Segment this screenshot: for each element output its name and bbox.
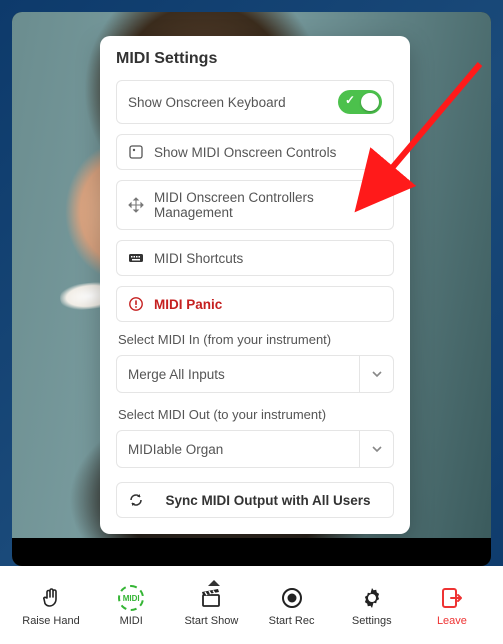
- settings-label: Settings: [352, 615, 392, 627]
- start-rec-button[interactable]: Start Rec: [255, 585, 329, 627]
- show-keyboard-toggle[interactable]: [338, 90, 382, 114]
- move-icon: [128, 197, 144, 213]
- chevron-down-icon: [359, 356, 393, 392]
- sync-label: Sync MIDI Output with All Users: [154, 493, 382, 508]
- midi-button[interactable]: MIDI MIDI: [94, 585, 168, 627]
- leave-icon: [439, 585, 465, 611]
- show-keyboard-label: Show Onscreen Keyboard: [128, 95, 328, 110]
- midi-out-value: MIDIable Organ: [117, 431, 359, 467]
- video-bottom-bar: [12, 538, 491, 566]
- shortcuts-label: MIDI Shortcuts: [154, 251, 382, 266]
- chevron-down-icon: [359, 431, 393, 467]
- show-midi-controls-row[interactable]: Show MIDI Onscreen Controls: [116, 134, 394, 170]
- midi-icon: MIDI: [118, 585, 144, 611]
- controllers-mgmt-label: MIDI Onscreen Controllers Management: [154, 190, 382, 220]
- midi-panic-row[interactable]: MIDI Panic: [116, 286, 394, 322]
- alert-icon: [128, 296, 144, 312]
- controls-icon: [128, 144, 144, 160]
- bottom-toolbar: Raise Hand MIDI MIDI Start Show Start Re…: [0, 566, 503, 644]
- show-controls-label: Show MIDI Onscreen Controls: [154, 145, 382, 160]
- midi-label: MIDI: [120, 615, 143, 627]
- settings-button[interactable]: Settings: [335, 585, 409, 627]
- hand-icon: [38, 585, 64, 611]
- raise-hand-label: Raise Hand: [22, 615, 79, 627]
- start-rec-label: Start Rec: [269, 615, 315, 627]
- midi-in-select[interactable]: Merge All Inputs: [116, 355, 394, 393]
- gear-icon: [359, 585, 385, 611]
- record-icon: [279, 585, 305, 611]
- sync-midi-output-row[interactable]: Sync MIDI Output with All Users: [116, 482, 394, 518]
- chevron-up-icon: [208, 580, 220, 586]
- clapper-icon: [198, 585, 224, 611]
- sync-icon: [128, 492, 144, 508]
- show-onscreen-keyboard-row[interactable]: Show Onscreen Keyboard: [116, 80, 394, 124]
- keyboard-icon: [128, 250, 144, 266]
- midi-out-select[interactable]: MIDIable Organ: [116, 430, 394, 468]
- midi-settings-panel: MIDI Settings Show Onscreen Keyboard Sho…: [100, 36, 410, 534]
- raise-hand-button[interactable]: Raise Hand: [14, 585, 88, 627]
- midi-in-section-label: Select MIDI In (from your instrument): [118, 332, 394, 347]
- midi-out-section-label: Select MIDI Out (to your instrument): [118, 407, 394, 422]
- start-show-button[interactable]: Start Show: [174, 585, 248, 627]
- leave-button[interactable]: Leave: [415, 585, 489, 627]
- midi-in-value: Merge All Inputs: [117, 356, 359, 392]
- leave-label: Leave: [437, 615, 467, 627]
- midi-shortcuts-row[interactable]: MIDI Shortcuts: [116, 240, 394, 276]
- panel-title: MIDI Settings: [116, 50, 394, 68]
- controllers-management-row[interactable]: MIDI Onscreen Controllers Management: [116, 180, 394, 230]
- start-show-label: Start Show: [184, 615, 238, 627]
- panic-label: MIDI Panic: [154, 297, 382, 312]
